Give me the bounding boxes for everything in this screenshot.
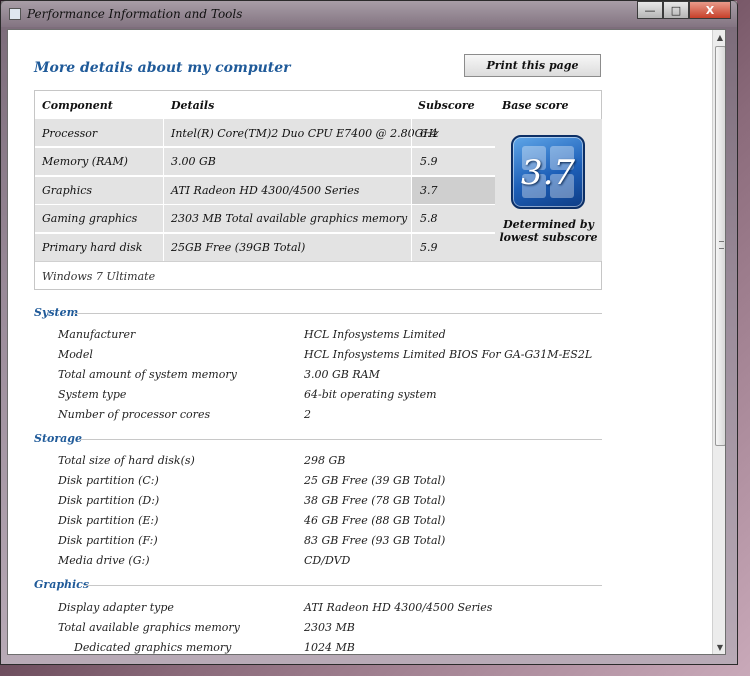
column-divider <box>411 119 412 261</box>
component-subscore: 3.7 <box>420 184 438 197</box>
scroll-down-icon[interactable]: ▼ <box>713 640 725 654</box>
graphics-value: 1024 MB <box>304 641 355 654</box>
storage-key: Total size of hard disk(s) <box>58 454 195 467</box>
component-subscore: 5.9 <box>420 155 438 168</box>
base-caption-line1: Determined by <box>503 218 594 231</box>
storage-key: Disk partition (F:) <box>58 534 158 547</box>
component-name: Graphics <box>42 184 93 197</box>
close-button[interactable]: X <box>689 1 731 19</box>
content-area: More details about my computer Print thi… <box>7 29 726 655</box>
grip-icon <box>719 241 724 249</box>
header-details: Details <box>171 99 215 112</box>
system-value: 2 <box>304 408 311 421</box>
system-value: HCL Infosystems Limited BIOS For GA-G31M… <box>304 348 593 361</box>
scroll-thumb[interactable] <box>715 46 725 446</box>
system-key: Model <box>58 348 93 361</box>
header-subscore: Subscore <box>418 99 475 112</box>
graphics-value: 2303 MB <box>304 621 355 634</box>
system-key: Total amount of system memory <box>58 368 237 381</box>
component-details: ATI Radeon HD 4300/4500 Series <box>171 184 360 197</box>
score-table: Component Details Subscore Base score Pr… <box>34 90 602 290</box>
window-controls: — □ X <box>637 1 731 19</box>
storage-value: 25 GB Free (39 GB Total) <box>304 474 446 487</box>
window-title: Performance Information and Tools <box>27 7 243 21</box>
component-subscore: 5.9 <box>420 241 438 254</box>
component-name: Memory (RAM) <box>42 155 128 168</box>
storage-key: Disk partition (E:) <box>58 514 159 527</box>
component-subscore: 5.8 <box>420 212 438 225</box>
minimize-button[interactable]: — <box>637 1 663 19</box>
graphics-key: Dedicated graphics memory <box>74 641 232 654</box>
component-details: 2303 MB Total available graphics memory <box>171 212 408 225</box>
vertical-scrollbar[interactable]: ▲ ▼ <box>712 30 725 654</box>
graphics-key: Display adapter type <box>58 601 174 614</box>
storage-value: 46 GB Free (88 GB Total) <box>304 514 446 527</box>
base-score-caption: Determined by lowest subscore <box>495 218 602 244</box>
component-name: Primary hard disk <box>42 241 143 254</box>
component-details: 25GB Free (39GB Total) <box>171 241 306 254</box>
header-component: Component <box>42 99 113 112</box>
storage-key: Disk partition (D:) <box>58 494 160 507</box>
base-score-badge: 3.7 <box>511 135 585 209</box>
storage-value: CD/DVD <box>304 554 351 567</box>
section-title-system: System <box>34 306 79 319</box>
app-icon <box>9 8 21 20</box>
storage-value: 38 GB Free (78 GB Total) <box>304 494 446 507</box>
title-bar[interactable]: Performance Information and Tools — □ X <box>1 1 737 27</box>
section-divider <box>74 313 602 314</box>
base-caption-line2: lowest subscore <box>499 231 598 244</box>
component-name: Processor <box>42 127 98 140</box>
section-divider <box>84 585 602 586</box>
base-score-panel: 3.7 Determined by lowest subscore <box>495 119 602 261</box>
component-name: Gaming graphics <box>42 212 138 225</box>
storage-value: 298 GB <box>304 454 346 467</box>
section-title-storage: Storage <box>34 432 82 445</box>
storage-value: 83 GB Free (93 GB Total) <box>304 534 446 547</box>
scroll-up-icon[interactable]: ▲ <box>713 30 725 46</box>
component-subscore: 6.4 <box>420 127 438 140</box>
section-title-graphics: Graphics <box>34 578 90 591</box>
page-heading: More details about my computer <box>34 60 291 76</box>
os-edition: Windows 7 Ultimate <box>42 270 156 283</box>
component-details: 3.00 GB <box>171 155 216 168</box>
header-base-score: Base score <box>502 99 569 112</box>
graphics-key: Total available graphics memory <box>58 621 240 634</box>
system-value: HCL Infosystems Limited <box>304 328 446 341</box>
section-divider <box>80 439 602 440</box>
storage-key: Disk partition (C:) <box>58 474 159 487</box>
component-details: Intel(R) Core(TM)2 Duo CPU E7400 @ 2.80G… <box>171 127 439 140</box>
graphics-value: ATI Radeon HD 4300/4500 Series <box>304 601 493 614</box>
system-key: System type <box>58 388 127 401</box>
print-page-button[interactable]: Print this page <box>464 54 601 77</box>
system-value: 64-bit operating system <box>304 388 437 401</box>
system-key: Manufacturer <box>58 328 136 341</box>
system-value: 3.00 GB RAM <box>304 368 380 381</box>
table-divider <box>35 261 601 262</box>
system-key: Number of processor cores <box>58 408 211 421</box>
storage-key: Media drive (G:) <box>58 554 150 567</box>
base-score-value: 3.7 <box>520 153 576 193</box>
column-divider <box>163 119 164 261</box>
app-window: Performance Information and Tools — □ X … <box>0 0 738 665</box>
maximize-button[interactable]: □ <box>663 1 689 19</box>
